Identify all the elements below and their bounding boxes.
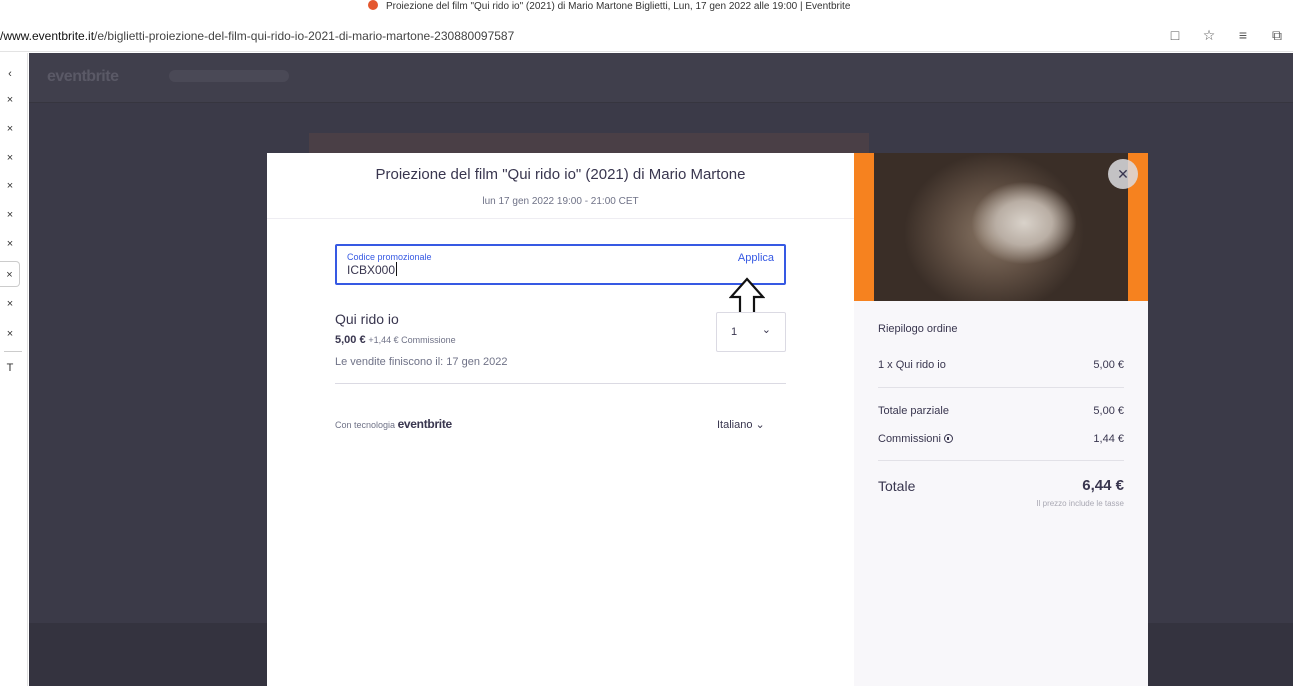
powered-by: Con tecnologia eventbrite [335, 417, 452, 431]
tab-close-icon[interactable]: × [0, 145, 20, 171]
ticket-price: 5,00 € [335, 334, 366, 346]
checkout-main-panel: Proiezione del film "Qui rido io" (2021)… [267, 153, 854, 686]
vertical-tabs-sidebar: ‹ × × × × × × × × × T [0, 53, 28, 686]
browser-title-strip: Proiezione del film "Qui rido io" (2021)… [0, 0, 1293, 22]
url-text[interactable]: /www.eventbrite.it/e/biglietti-proiezion… [0, 29, 514, 43]
close-modal-button[interactable]: ✕ [1108, 159, 1138, 189]
order-line-value: 5,00 € [1093, 359, 1124, 371]
event-date: lun 17 gen 2022 19:00 - 21:00 CET [482, 196, 639, 207]
tab-close-icon[interactable]: × [0, 116, 20, 142]
reading-view-icon[interactable]: □︎ [1165, 27, 1185, 44]
tax-note: Il prezzo include le tasse [1036, 499, 1124, 508]
chevron-down-icon: ⌄ [761, 324, 771, 336]
event-photo [874, 153, 1128, 301]
event-title: Proiezione del film "Qui rido io" (2021)… [375, 166, 746, 183]
promo-code-field[interactable]: Codice promozionale Applica [335, 244, 786, 285]
subtotal-label: Totale parziale [878, 405, 949, 417]
url-path: /e/biglietti-proiezione-del-film-qui-rid… [94, 29, 515, 43]
language-select[interactable]: Italiano ⌄ [717, 418, 765, 431]
powered-prefix: Con tecnologia [335, 420, 396, 430]
ticket-fee: +1,44 € Commissione [368, 335, 456, 345]
ticket-sales-end: Le vendite finiscono il: 17 gen 2022 [335, 356, 508, 368]
site-search-placeholder [169, 70, 289, 82]
active-tab-close-icon[interactable]: × [0, 261, 20, 287]
promo-code-input[interactable] [347, 262, 647, 278]
fees-value: 1,44 € [1093, 433, 1124, 445]
order-summary-title: Riepilogo ordine [878, 323, 958, 335]
language-label: Italiano [717, 419, 753, 431]
quantity-value: 1 [731, 326, 738, 338]
promo-code-label: Codice promozionale [347, 252, 432, 262]
order-divider [878, 387, 1124, 388]
collections-icon[interactable]: ⧉ [1267, 27, 1287, 44]
site-logo: eventbrite [47, 68, 119, 85]
order-summary-panel: ✕ Riepilogo ordine 1 x Qui rido io 5,00 … [854, 153, 1148, 686]
tab-close-icon[interactable]: × [0, 87, 20, 113]
favorites-bar-icon[interactable]: ≡ [1233, 27, 1253, 44]
powered-brand-logo[interactable]: eventbrite [398, 417, 453, 431]
tab-close-icon[interactable]: × [0, 291, 20, 317]
info-icon[interactable] [943, 434, 953, 443]
tab-title-text: Proiezione del film "Qui rido io" (2021)… [386, 1, 851, 12]
tab-close-icon[interactable]: × [0, 202, 20, 228]
tab-item[interactable]: T [0, 355, 20, 381]
text-cursor [396, 262, 397, 276]
page-hero-strip [309, 133, 869, 155]
tab-close-icon[interactable]: × [0, 321, 20, 347]
event-header: Proiezione del film "Qui rido io" (2021)… [267, 153, 854, 219]
browser-tab-title: Proiezione del film "Qui rido io" (2021)… [368, 0, 850, 12]
browser-toolbar-icons: □︎ ☆ ≡ ⧉ [1165, 27, 1287, 44]
chevron-down-icon: ⌄ [755, 419, 765, 431]
event-image: ✕ [854, 153, 1148, 301]
checkout-modal: Proiezione del film "Qui rido io" (2021)… [267, 153, 1148, 686]
fees-label-wrap: Commissioni [878, 433, 953, 445]
tabs-separator [4, 351, 22, 352]
eventbrite-favicon-icon [368, 0, 378, 10]
order-line-label: 1 x Qui rido io [878, 359, 946, 371]
tab-close-icon[interactable]: × [0, 231, 20, 257]
address-bar[interactable]: /www.eventbrite.it/e/biglietti-proiezion… [0, 22, 1293, 52]
ticket-price-line: 5,00 € +1,44 € Commissione [335, 334, 456, 346]
collapse-tabs-icon[interactable]: ‹ [0, 61, 20, 87]
apply-promo-button[interactable]: Applica [738, 252, 774, 264]
total-label: Totale [878, 478, 916, 494]
fees-label: Commissioni [878, 433, 941, 445]
subtotal-value: 5,00 € [1093, 405, 1124, 417]
total-value: 6,44 € [1082, 477, 1124, 494]
ticket-name: Qui rido io [335, 311, 399, 327]
quantity-select[interactable]: 1 ⌄ [716, 312, 786, 352]
close-icon: ✕ [1117, 166, 1129, 182]
favorite-icon[interactable]: ☆ [1199, 27, 1219, 44]
url-host: /www.eventbrite.it [0, 29, 95, 43]
ticket-divider [335, 383, 786, 384]
site-header: eventbrite [29, 53, 1293, 103]
order-divider [878, 460, 1124, 461]
tab-close-icon[interactable]: × [0, 173, 20, 199]
